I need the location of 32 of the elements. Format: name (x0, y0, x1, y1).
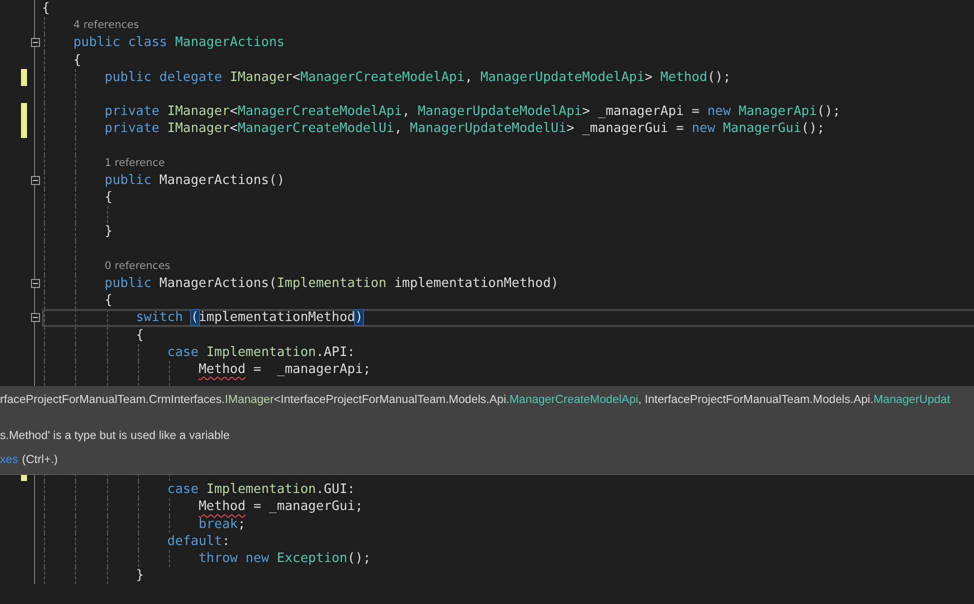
code-line: public delegate IManager<ManagerCreateModelApi, ManagerUpdateModelApi> Method(); (104, 68, 731, 86)
code-line: { (42, 0, 50, 18)
code-line: { (73, 52, 82, 69)
code-line: case Implementation.API: (167, 344, 356, 361)
collapse-toggle[interactable] (30, 38, 40, 48)
code-line: Method = _managerApi; (198, 360, 371, 378)
code-line: case Implementation.GUI: (167, 481, 356, 498)
collapse-toggle[interactable] (30, 313, 40, 322)
code-line: { (104, 189, 112, 206)
code-line: throw new Exception(); (198, 550, 371, 568)
reference-count-link[interactable]: 1 reference (104, 154, 165, 172)
code-line: private IManager<ManagerCreateModelUi, ManagerUpdateModelUi> _managerGui = new ManagerGui(); (104, 120, 825, 138)
code-line: default: (167, 532, 230, 550)
code-line: } (104, 223, 112, 241)
collapse-toggle[interactable] (30, 176, 40, 185)
code-line: public ManagerActions(Implementation implementationMethod) (104, 275, 559, 292)
code-line: public ManagerActions() (104, 172, 285, 190)
type-signature: rfaceProjectForManualTeam.CrmInterfaces.IManager<InterfaceProjectForManualTeam.Models.Api.ManagerCreateModelApi, InterfaceProjectForManualTeam.Models.Api.ManagerUpdat (0, 392, 950, 408)
code-line: { (104, 292, 112, 310)
collapse-toggle[interactable] (30, 279, 40, 288)
code-line: switch (implementationMethod) (42, 309, 974, 327)
code-line: break; (198, 516, 246, 533)
code-line: { (136, 326, 144, 344)
reference-count-link[interactable]: 4 references (73, 17, 139, 34)
error-message: s.Method' is a type but is used like a variable (0, 428, 230, 444)
reference-count-link[interactable]: 0 references (104, 258, 170, 276)
code-line: private IManager<ManagerCreateModelApi, ManagerUpdateModelApi> _managerApi = new ManagerApi(); (104, 103, 840, 120)
code-line: Method = _managerGui; (198, 498, 363, 516)
shortcut-hint: (Ctrl+.) (22, 452, 58, 468)
code-line: } (136, 567, 144, 584)
show-fixes-link[interactable]: xes (0, 452, 18, 468)
code-line: public class ManagerActions (73, 34, 285, 52)
